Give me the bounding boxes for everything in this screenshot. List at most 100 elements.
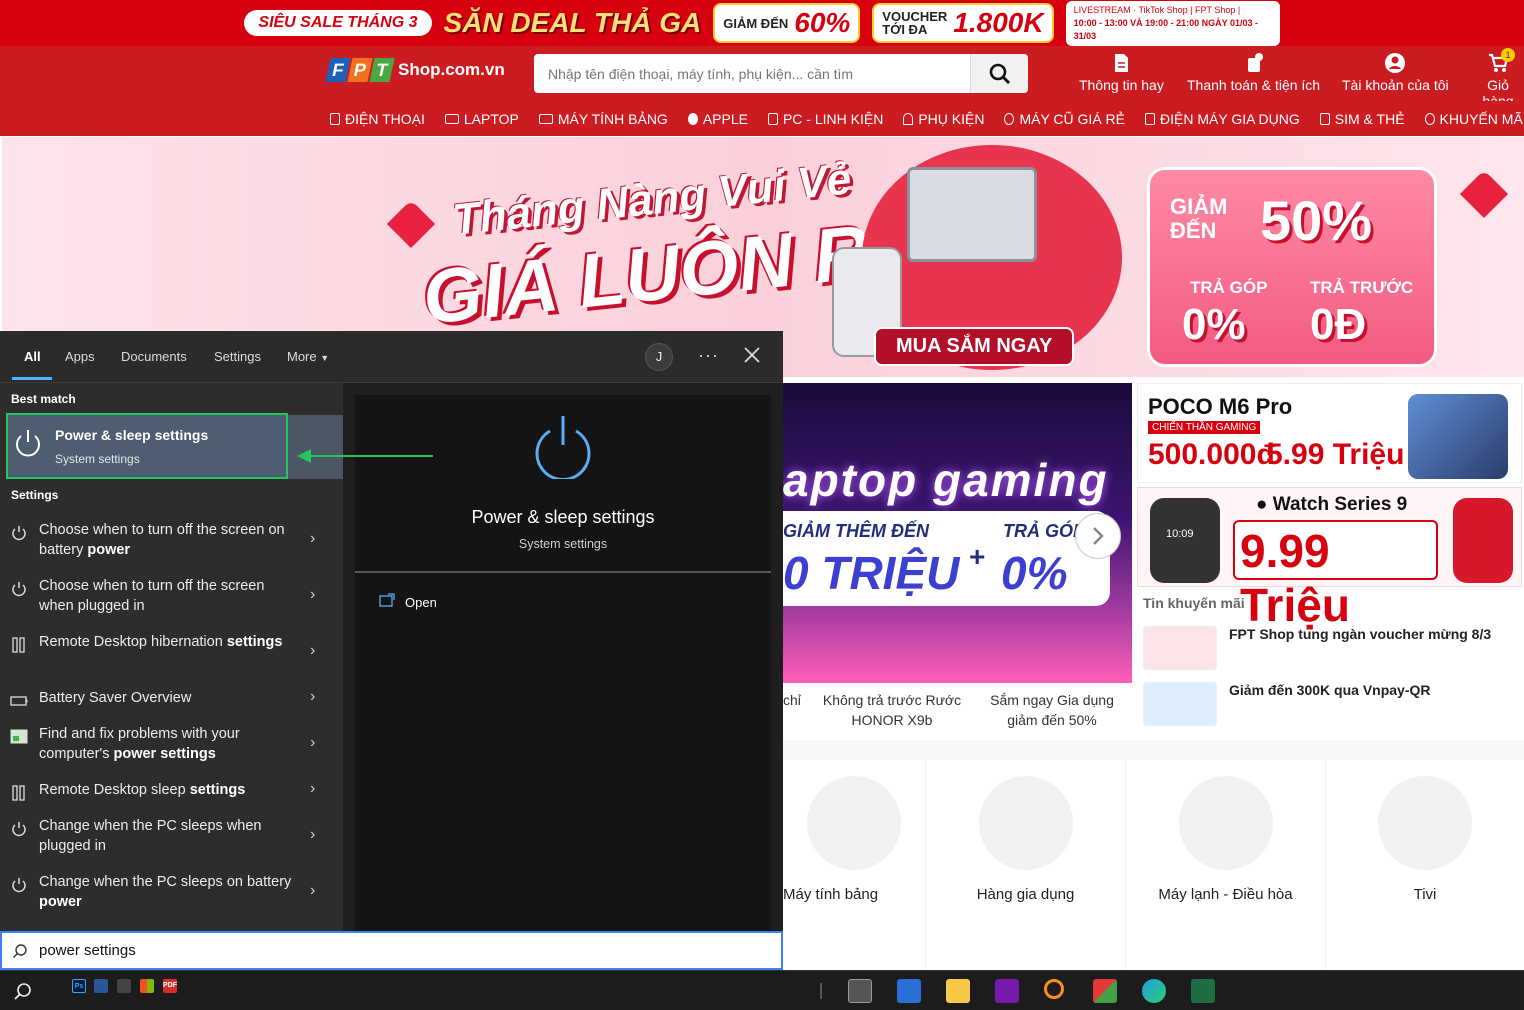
best-match-item[interactable]: Power & sleep settings System settings	[6, 413, 288, 479]
search-query[interactable]: power settings	[39, 942, 136, 959]
settings-result[interactable]: Change when the PC sleeps when plugged i…	[0, 816, 343, 858]
onenote-icon[interactable]	[995, 979, 1019, 1003]
nav-item-sim[interactable]: SIM & THẺ	[1319, 110, 1405, 127]
settings-result[interactable]: Remote Desktop hibernation settings ›	[0, 632, 343, 674]
nav-item-appliances[interactable]: ĐIỆN MÁY GIA DỤNG	[1145, 111, 1300, 127]
promo-news-item[interactable]: FPT Shop tung ngàn voucher mừng 8/3	[1143, 626, 1518, 672]
edge-icon[interactable]	[1142, 979, 1166, 1003]
hero-prepay-value: 0Đ	[1310, 300, 1367, 349]
outlook-icon[interactable]	[897, 979, 921, 1003]
tab-documents[interactable]: Documents	[121, 349, 187, 364]
chevron-right-icon[interactable]: ›	[310, 586, 315, 604]
nav-item-apple[interactable]: APPLE	[687, 110, 748, 127]
chevron-right-icon[interactable]: ›	[310, 734, 315, 752]
news-thumbnail	[1143, 626, 1217, 670]
search-icon[interactable]	[12, 981, 34, 1003]
result-text: Find and fix problems with your computer…	[39, 724, 299, 764]
tab-apps[interactable]: Apps	[65, 349, 95, 364]
banner-caption[interactable]: chỉ	[783, 690, 813, 710]
gaming-banner[interactable]: aptop gaming GIẢM THÊM ĐẾN TRẢ GÓP 0 TRI…	[783, 383, 1132, 683]
promo-livestream-time: 10:00 - 13:00 VÀ 19:00 - 21:00 NGÀY 01/0…	[1073, 17, 1259, 41]
app-icon[interactable]	[117, 979, 131, 993]
chevron-right-icon[interactable]: ›	[310, 826, 315, 844]
more-options-icon[interactable]: ···	[698, 345, 719, 366]
windows-search-box[interactable]: power settings	[0, 931, 783, 970]
nav-item-pc[interactable]: PC - LINH KIỆN	[767, 111, 883, 127]
carousel-next-button[interactable]	[1075, 513, 1121, 559]
banner-caption[interactable]: Không trả trước Rước HONOR X9b	[818, 690, 966, 730]
nav-label: SIM & THẺ	[1334, 110, 1405, 127]
promo-news-item[interactable]: Giảm đến 300K qua Vnpay-QR	[1143, 682, 1518, 728]
poco-price-2: 5.99 Triệu	[1266, 438, 1405, 471]
banner-caption[interactable]: Sắm ngay Gia dụng giảm đến 50%	[978, 690, 1126, 730]
avatar[interactable]: J	[645, 343, 673, 371]
power-icon	[12, 582, 26, 597]
app-icon[interactable]	[1093, 979, 1117, 1003]
tab-more[interactable]: More ▼	[287, 349, 329, 364]
settings-result[interactable]: Choose when to turn off the screen when …	[0, 576, 343, 618]
category-tablet[interactable]: Máy tính bảng	[783, 760, 926, 922]
tab-settings[interactable]: Settings	[214, 349, 261, 364]
header-payment[interactable]: Thanh toán & tiện ích	[1187, 52, 1320, 93]
site-search-input[interactable]	[534, 54, 970, 93]
calculator-icon[interactable]	[848, 979, 872, 1003]
category-row-2	[1126, 922, 1326, 970]
cart-count-badge: 1	[1501, 48, 1515, 62]
file-explorer-icon[interactable]	[946, 979, 970, 1003]
hero-installment-value: 0%	[1182, 300, 1246, 349]
taskbar-divider	[820, 983, 822, 999]
headphones-icon	[903, 112, 914, 125]
settings-result[interactable]: Battery Saver Overview ›	[0, 688, 343, 712]
category-row-2	[926, 922, 1126, 970]
settings-result[interactable]: Remote Desktop sleep settings ›	[0, 780, 343, 804]
open-action[interactable]: Open	[405, 595, 437, 610]
promo-banner[interactable]: SIÊU SALE THÁNG 3 SĂN DEAL THẢ GA GIẢM Đ…	[0, 0, 1524, 46]
search-app-icon[interactable]	[1044, 979, 1064, 999]
promo-discount-box: GIẢM ĐẾN 60%	[713, 3, 861, 43]
site-search-button[interactable]	[970, 54, 1028, 93]
result-text-bold: power	[87, 542, 131, 558]
nav-item-promotions[interactable]: KHUYẾN MÃI	[1424, 111, 1524, 127]
settings-result[interactable]: Choose when to turn off the screen on ba…	[0, 520, 343, 562]
result-text-main: Choose when to turn off the screen when …	[39, 578, 265, 614]
tablet-icon	[538, 113, 553, 124]
photoshop-icon[interactable]: Ps	[72, 979, 86, 993]
settings-result[interactable]: Find and fix problems with your computer…	[0, 724, 343, 766]
pdf-icon[interactable]: PDF	[163, 979, 177, 993]
payment-icon	[1247, 53, 1263, 72]
chevron-right-icon[interactable]: ›	[310, 688, 315, 706]
header-info[interactable]: Thông tin hay	[1079, 52, 1164, 93]
category-air-conditioner[interactable]: Máy lạnh - Điều hòa	[1126, 760, 1326, 922]
chevron-right-icon[interactable]: ›	[310, 530, 315, 548]
chevron-right-icon[interactable]: ›	[310, 642, 315, 660]
tab-more-label: More	[287, 349, 317, 364]
tab-all[interactable]: All	[24, 349, 41, 364]
category-appliances[interactable]: Hàng gia dụng	[926, 760, 1126, 922]
nav-item-used[interactable]: MÁY CŨ GIÁ RẺ	[1004, 111, 1125, 127]
close-icon[interactable]	[740, 343, 764, 367]
chevron-right-icon[interactable]: ›	[310, 882, 315, 900]
result-text-main: Battery Saver Overview	[39, 690, 192, 706]
search-filter-bar: All Apps Documents Settings More ▼ J ···	[0, 331, 783, 383]
poco-banner[interactable]: POCO M6 Pro CHIẾN THẦN GAMING 500.000đ 5…	[1137, 383, 1522, 483]
app-icon[interactable]	[94, 979, 108, 993]
app-icon[interactable]	[140, 979, 154, 993]
fpt-shop-logo[interactable]: F P T Shop.com.vn	[325, 58, 505, 82]
nav-item-accessories[interactable]: PHỤ KIỆN	[903, 111, 984, 127]
promo-voucher-label: VOUCHER TỚI ĐA	[882, 10, 947, 36]
promo-deal-title: SĂN DEAL THẢ GA	[443, 7, 702, 38]
header-account[interactable]: Tài khoản của tôi	[1342, 52, 1449, 93]
excel-icon[interactable]	[1191, 979, 1215, 1003]
chevron-right-icon[interactable]: ›	[310, 780, 315, 798]
logo-letter-f: F	[325, 58, 351, 82]
promo-discount-label: GIẢM ĐẾN	[723, 15, 789, 31]
category-tv[interactable]: Tivi	[1326, 760, 1524, 922]
nav-item-laptop[interactable]: LAPTOP	[444, 111, 519, 127]
watch-price-box: 9.99 Triệu	[1233, 520, 1438, 631]
nav-label: APPLE	[702, 110, 748, 127]
hero-shop-now-button[interactable]: MUA SẮM NGAY	[874, 327, 1075, 366]
nav-item-phone[interactable]: ĐIỆN THOẠI	[330, 111, 425, 127]
watch-banner[interactable]: 10:09 ● Watch Series 9 9.99 Triệu	[1137, 487, 1522, 631]
nav-item-tablet[interactable]: MÁY TÍNH BẢNG	[538, 111, 668, 127]
settings-result[interactable]: Change when the PC sleeps on battery pow…	[0, 872, 343, 914]
